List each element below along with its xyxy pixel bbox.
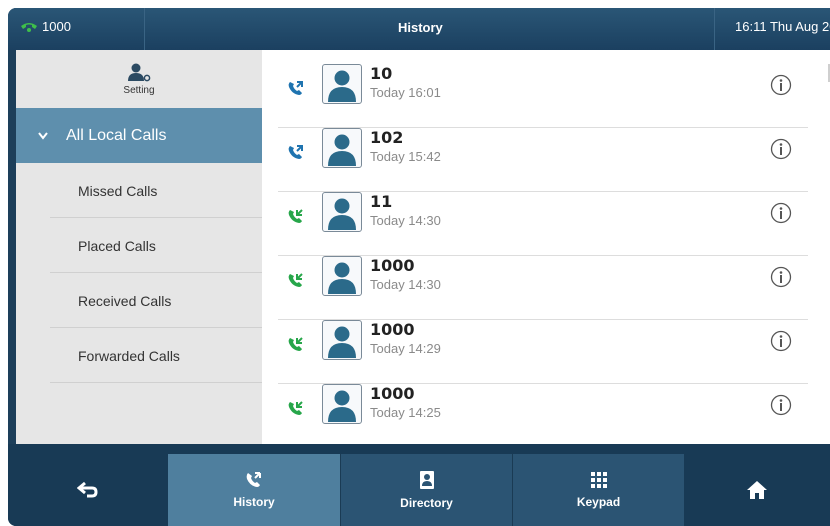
- main-area: Setting All Local Calls Missed Calls Pla…: [16, 50, 830, 444]
- call-history-row[interactable]: 1000 Today 14:29: [274, 320, 808, 384]
- call-history-list: 10 Today 16:01 102 Today 15:42 11 Today 14:30…: [274, 64, 818, 444]
- call-history-row[interactable]: 1000 Today 14:25: [274, 384, 808, 448]
- incoming-call-icon: [288, 401, 303, 415]
- call-name: 1000: [370, 384, 415, 403]
- sidebar-item-missed-calls[interactable]: Missed Calls: [16, 163, 262, 218]
- contact-icon: [328, 326, 356, 358]
- call-name: 10: [370, 64, 393, 83]
- outgoing-call-icon: [288, 145, 303, 159]
- sidebar-item-label: Received Calls: [78, 292, 172, 309]
- outgoing-call-icon: [288, 81, 303, 95]
- back-arrow-icon: [77, 481, 98, 498]
- clock: 16:11 Thu Aug 20: [735, 19, 830, 34]
- info-icon[interactable]: [770, 202, 792, 224]
- divider: [714, 8, 715, 50]
- sidebar-item-label: Missed Calls: [78, 182, 158, 199]
- call-name: 1000: [370, 256, 415, 275]
- keypad-icon: [590, 472, 607, 488]
- sidebar-item-forwarded-calls[interactable]: Forwarded Calls: [16, 328, 262, 383]
- history-icon: [246, 472, 261, 487]
- avatar: [322, 128, 362, 168]
- call-history-row[interactable]: 102 Today 15:42: [274, 128, 808, 192]
- tab-history[interactable]: History: [168, 454, 340, 526]
- contact-icon: [328, 134, 356, 166]
- incoming-call-icon: [288, 209, 303, 223]
- tab-label: History: [233, 495, 275, 509]
- setting-icon: [128, 63, 151, 81]
- contact-icon: [328, 70, 356, 102]
- setting-button[interactable]: Setting: [16, 50, 262, 108]
- phone-handset-icon: [21, 22, 37, 32]
- back-button[interactable]: [8, 454, 168, 526]
- sidebar-item-placed-calls[interactable]: Placed Calls: [16, 218, 262, 273]
- contact-icon: [328, 198, 356, 230]
- call-name: 102: [370, 128, 404, 147]
- avatar: [322, 320, 362, 360]
- incoming-call-icon: [288, 337, 303, 351]
- call-history-row[interactable]: 1000 Today 14:30: [274, 256, 808, 320]
- status-bar: 1000 History 16:11 Thu Aug 20: [8, 8, 830, 50]
- phone-screen: 1000 History 16:11 Thu Aug 20 Setting Al…: [0, 0, 830, 526]
- divider: [50, 382, 262, 383]
- call-time: Today 15:42: [370, 149, 441, 164]
- sidebar-item-all-local-calls[interactable]: All Local Calls: [16, 108, 262, 163]
- incoming-call-icon: [288, 273, 303, 287]
- info-icon[interactable]: [770, 266, 792, 288]
- tab-label: Keypad: [576, 495, 621, 509]
- sidebar-item-label: Placed Calls: [78, 237, 156, 254]
- call-time: Today 14:25: [370, 405, 441, 420]
- sidebar-group-label: All Local Calls: [66, 126, 167, 144]
- screen-frame: 1000 History 16:11 Thu Aug 20 Setting Al…: [8, 8, 830, 526]
- info-icon[interactable]: [770, 394, 792, 416]
- call-history-row[interactable]: 10 Today 16:01: [274, 64, 808, 128]
- tab-directory[interactable]: Directory: [340, 454, 512, 526]
- divider: [144, 8, 145, 50]
- info-icon[interactable]: [770, 74, 792, 96]
- contact-icon: [328, 390, 356, 422]
- call-time: Today 14:29: [370, 341, 441, 356]
- sidebar-item-received-calls[interactable]: Received Calls: [16, 273, 262, 328]
- avatar: [322, 192, 362, 232]
- line-account: 1000: [42, 19, 71, 34]
- directory-icon: [419, 471, 434, 489]
- sidebar-item-label: Forwarded Calls: [78, 347, 180, 364]
- avatar: [322, 384, 362, 424]
- line-status: 1000: [20, 19, 71, 34]
- avatar: [322, 64, 362, 104]
- tab-label: Directory: [400, 496, 453, 510]
- call-time: Today 16:01: [370, 85, 441, 100]
- tab-keypad[interactable]: Keypad: [512, 454, 684, 526]
- info-icon[interactable]: [770, 138, 792, 160]
- call-name: 11: [370, 192, 393, 211]
- sidebar: Setting All Local Calls Missed Calls Pla…: [16, 50, 262, 444]
- bottom-softkey-bar: History Directory Keypad: [8, 444, 830, 526]
- call-time: Today 14:30: [370, 213, 441, 228]
- chevron-down-icon: [38, 131, 48, 140]
- page-title: History: [398, 20, 443, 35]
- info-icon[interactable]: [770, 330, 792, 352]
- call-history-row[interactable]: 11 Today 14:30: [274, 192, 808, 256]
- contact-icon: [328, 262, 356, 294]
- home-icon: [747, 481, 767, 499]
- setting-label: Setting: [123, 84, 155, 96]
- call-time: Today 14:30: [370, 277, 441, 292]
- avatar: [322, 256, 362, 296]
- home-button[interactable]: [684, 454, 830, 526]
- call-name: 1000: [370, 320, 415, 339]
